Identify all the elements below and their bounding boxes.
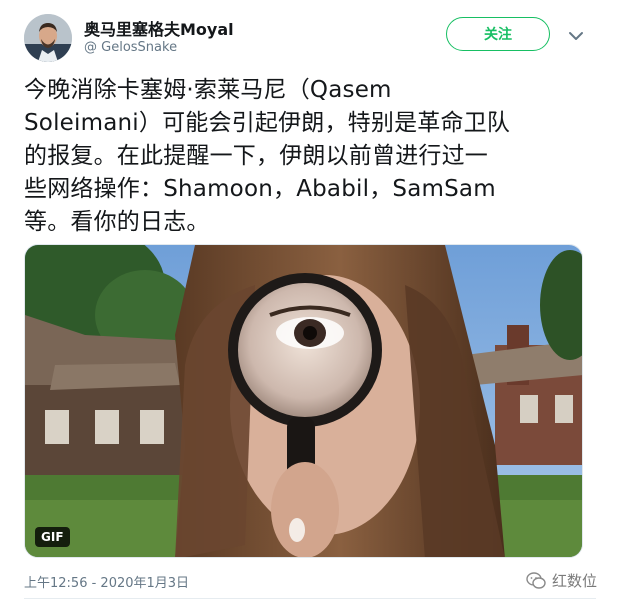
tweet-text-line: 今晚消除卡塞姆·索莱马尼（Qasem <box>24 77 392 103</box>
gif-badge: GIF <box>35 527 70 547</box>
avatar-image <box>24 14 72 62</box>
chevron-down-icon[interactable] <box>566 26 586 46</box>
watermark-text: 红数位 <box>552 572 598 590</box>
tweet-text: 今晚消除卡塞姆·索莱马尼（Qasem Soleimani）可能会引起伊朗，特别是… <box>24 74 594 239</box>
avatar[interactable] <box>24 14 72 62</box>
watermark: 红数位 <box>526 570 597 591</box>
tweet-text-line: Soleimani）可能会引起伊朗，特别是革命卫队 <box>24 110 511 136</box>
author-handle[interactable]: @ GelosSnake <box>84 40 177 55</box>
gif-media[interactable]: GIF <box>24 244 583 558</box>
follow-button[interactable]: 关注 <box>446 17 550 51</box>
tweet-text-line: 些网络操作：Shamoon，Ababil，SamSam <box>24 176 496 202</box>
tweet-timestamp[interactable]: 上午12:56 - 2020年1月3日 <box>24 572 189 591</box>
tweet-text-line: 等。看你的日志。 <box>24 209 210 235</box>
tweet-text-line: 的报复。在此提醒一下，伊朗以前曾进行过一 <box>24 143 488 169</box>
wechat-icon <box>526 571 546 589</box>
divider <box>24 598 596 599</box>
author-display-name[interactable]: 奥马里塞格夫Moyal <box>84 16 234 40</box>
gif-frame-image <box>25 245 582 557</box>
